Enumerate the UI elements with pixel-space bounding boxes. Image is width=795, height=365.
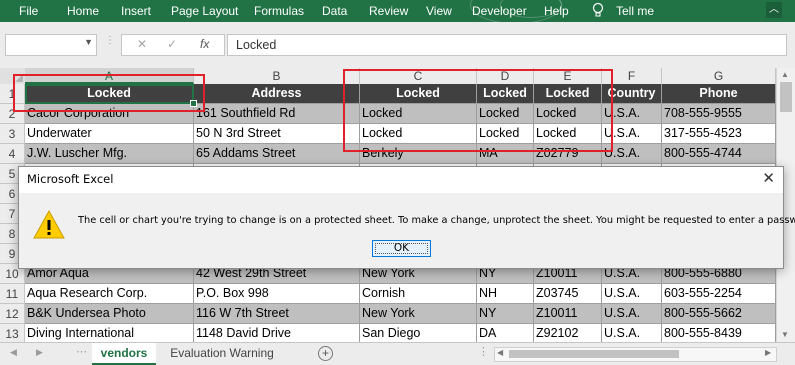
cell-d11[interactable]: NH [477,284,534,304]
highlight-box [343,69,613,152]
cell-e11[interactable]: Z03745 [534,284,602,304]
cell-d12[interactable]: NY [477,304,534,324]
header-cell-b[interactable]: Address [194,84,360,104]
cell-g4[interactable]: 800-555-4744 [662,144,776,164]
scroll-down-icon[interactable]: ▼ [781,330,789,339]
focus-ring [375,243,428,254]
dialog-message: The cell or chart you're trying to chang… [78,215,795,226]
row-header-12[interactable]: 12 [0,304,25,324]
cell-b3[interactable]: 50 N 3rd Street [194,124,360,144]
tell-me-search[interactable]: Tell me [616,4,654,18]
ok-button[interactable]: OK [372,240,431,257]
cell-a4[interactable]: J.W. Luscher Mfg. [25,144,194,164]
add-sheet-button[interactable]: + [318,346,333,361]
chevron-down-icon[interactable]: ▼ [84,37,93,47]
chevron-up-icon[interactable]: ︿ [766,2,782,18]
cell-b11[interactable]: P.O. Box 998 [194,284,360,304]
cell-a11[interactable]: Aqua Research Corp. [25,284,194,304]
column-header-b[interactable]: B [194,68,360,84]
lightbulb-icon[interactable] [592,2,604,21]
row-header-13[interactable]: 13 [0,324,25,344]
cell-f13[interactable]: U.S.A. [602,324,662,344]
enter-icon[interactable]: ✓ [167,37,177,51]
tab-page-layout[interactable]: Page Layout [171,4,238,18]
sheet-tab-evaluation-warning[interactable]: Evaluation Warning [160,343,284,363]
tab-view[interactable]: View [426,4,452,18]
dialog-title: Microsoft Excel [27,172,114,186]
formula-input[interactable]: Locked [227,34,787,56]
cell-e12[interactable]: Z10011 [534,304,602,324]
cell-e13[interactable]: Z92102 [534,324,602,344]
tab-home[interactable]: Home [67,4,99,18]
formula-value: Locked [236,38,277,52]
cell-b2[interactable]: 161 Southfield Rd [194,104,360,124]
tab-data[interactable]: Data [322,4,347,18]
cell-b12[interactable]: 116 W 7th Street [194,304,360,324]
cell-c12[interactable]: New York [360,304,477,324]
cell-g2[interactable]: 708-555-9555 [662,104,776,124]
scroll-up-icon[interactable]: ▲ [781,70,789,79]
insert-function-icon[interactable]: fx [200,37,209,51]
scroll-thumb[interactable] [780,82,792,112]
cell-a3[interactable]: Underwater [25,124,194,144]
formula-area: ▼ ⋮ ✕ ✓ fx Locked [0,22,795,68]
cell-c11[interactable]: Cornish [360,284,477,304]
header-cell-g[interactable]: Phone [662,84,776,104]
row-header-4[interactable]: 4 [0,144,25,164]
cell-f12[interactable]: U.S.A. [602,304,662,324]
cell-a13[interactable]: Diving International [25,324,194,344]
tab-formulas[interactable]: Formulas [254,4,304,18]
cell-b13[interactable]: 1148 David Drive [194,324,360,344]
close-icon[interactable]: ✕ [762,169,775,187]
cell-f11[interactable]: U.S.A. [602,284,662,304]
resize-handle[interactable]: ⋮ [105,35,115,46]
column-header-g[interactable]: G [662,68,776,84]
formula-buttons: ✕ ✓ fx [121,34,225,56]
cell-g12[interactable]: 800-555-5662 [662,304,776,324]
warning-icon [33,209,65,239]
horizontal-scrollbar[interactable]: ◀ ▶ [494,347,777,362]
cell-a12[interactable]: B&K Undersea Photo [25,304,194,324]
scroll-left-icon[interactable]: ◀ [497,348,503,357]
more-sheets-icon[interactable]: ⋯ [76,345,87,358]
cell-g13[interactable]: 800-555-8439 [662,324,776,344]
prev-sheet-icon[interactable]: ◀ [10,347,17,358]
horizontal-scroll-thumb[interactable] [509,350,679,358]
tab-file[interactable]: File [19,4,38,18]
more-options-icon[interactable]: ⋮ [478,345,489,358]
cell-g11[interactable]: 603-555-2254 [662,284,776,304]
protected-sheet-dialog: Microsoft Excel ✕ The cell or chart you'… [18,166,795,269]
tab-review[interactable]: Review [369,4,408,18]
dialog-body: The cell or chart you're trying to chang… [19,193,795,268]
scroll-right-icon[interactable]: ▶ [765,348,771,357]
tab-insert[interactable]: Insert [121,4,151,18]
row-header-11[interactable]: 11 [0,284,25,304]
sheet-tab-vendors[interactable]: vendors [92,343,156,365]
cell-c13[interactable]: San Diego [360,324,477,344]
cell-g3[interactable]: 317-555-4523 [662,124,776,144]
name-box[interactable]: ▼ [5,34,97,56]
cell-d13[interactable]: DA [477,324,534,344]
row-header-3[interactable]: 3 [0,124,25,144]
next-sheet-icon[interactable]: ▶ [36,347,43,358]
cell-b4[interactable]: 65 Addams Street [194,144,360,164]
cancel-icon[interactable]: ✕ [137,37,147,51]
ribbon-menu-bar: File Home Insert Page Layout Formulas Da… [0,0,795,24]
highlight-box [13,74,205,112]
sheet-tabs-bar: ◀ ▶ ⋯ vendors Evaluation Warning + ⋮ ◀ ▶ [0,342,795,365]
